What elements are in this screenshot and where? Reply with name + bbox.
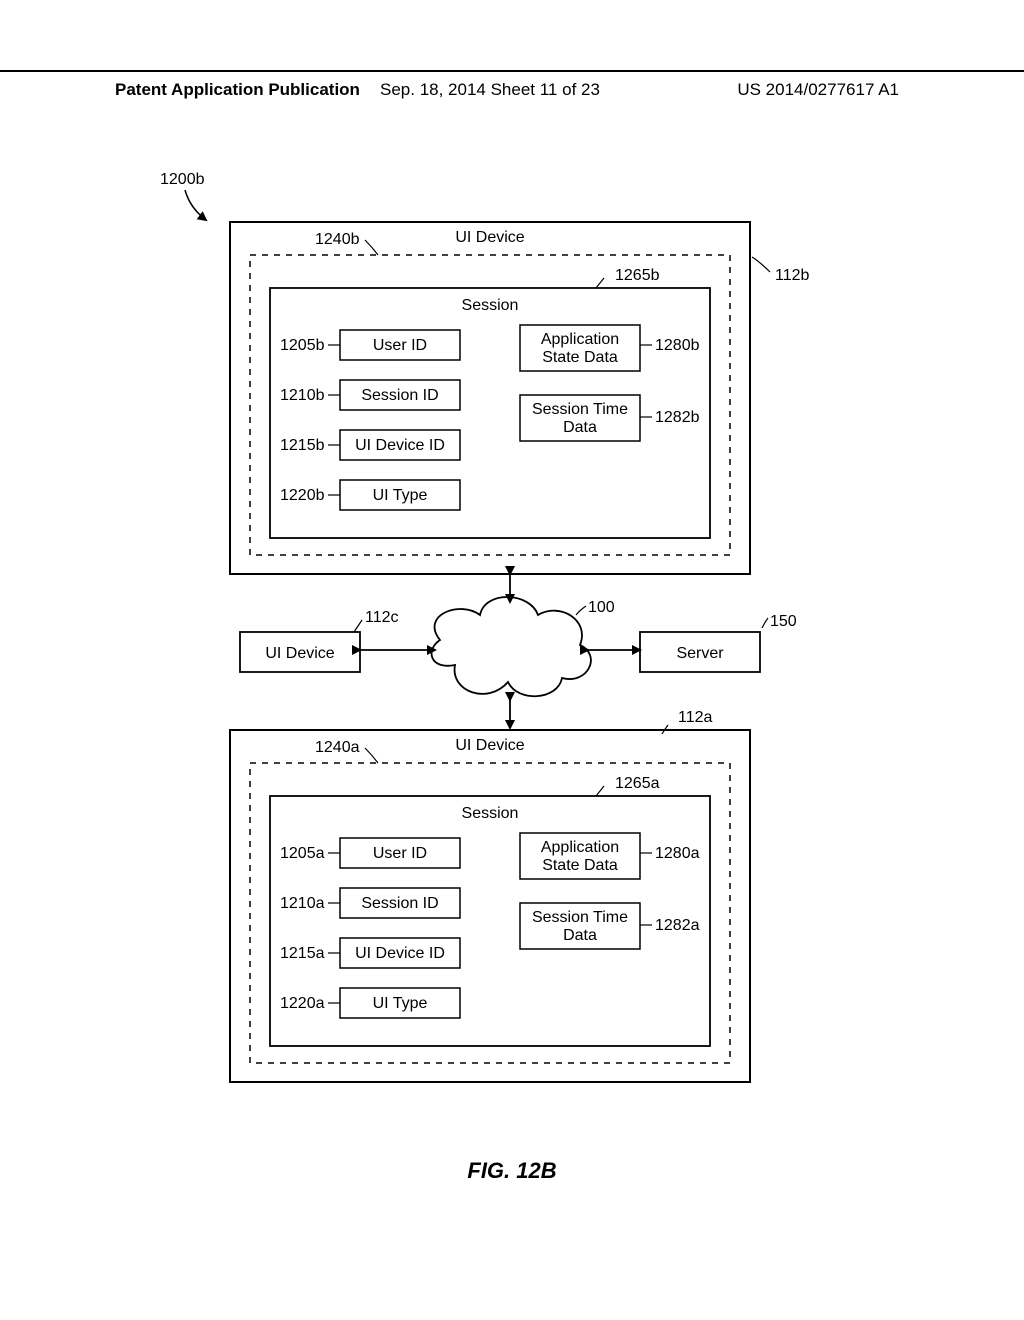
ref-top-time-data: 1282b (655, 409, 700, 426)
top-user-id-box: User ID 1205b (280, 330, 460, 360)
svg-text:Session Time: Session Time (532, 401, 628, 418)
svg-text:Application: Application (541, 331, 619, 348)
ref-bottom-time-data: 1282a (655, 917, 700, 934)
bottom-ui-device-block: UI Device 112a 1240a Session 1265a User … (230, 709, 750, 1082)
header-date-sheet: Sep. 18, 2014 Sheet 11 of 23 (380, 80, 600, 100)
ref-top-device: 112b (775, 267, 810, 284)
ref-top-user-id: 1205b (280, 337, 325, 354)
ref-bottom-session-frame: 1240a (315, 739, 360, 756)
ref-top-ui-type: 1220b (280, 487, 325, 504)
header-publication: Patent Application Publication (115, 80, 360, 100)
left-ui-device-box: UI Device 112c (240, 609, 399, 672)
svg-text:User ID: User ID (373, 337, 427, 354)
page-header: Patent Application Publication Sep. 18, … (0, 70, 1024, 80)
svg-text:Data: Data (563, 927, 597, 944)
svg-text:State Data: State Data (542, 349, 618, 366)
figure-caption: FIG. 12B (0, 1158, 1024, 1184)
server-box: Server 150 (640, 613, 797, 672)
svg-text:User ID: User ID (373, 845, 427, 862)
bottom-app-state-box: Application State Data 1280a (520, 833, 700, 879)
svg-text:Data: Data (563, 419, 597, 436)
ref-top-app-state: 1280b (655, 337, 700, 354)
svg-text:Server: Server (676, 645, 724, 662)
ref-bottom-session-id: 1210a (280, 895, 325, 912)
bottom-ui-device-title: UI Device (455, 737, 524, 754)
bottom-ui-type-box: UI Type 1220a (280, 988, 460, 1018)
svg-text:UI Device ID: UI Device ID (355, 437, 445, 454)
ref-server: 150 (770, 613, 797, 630)
cloud-network: 100 (432, 597, 615, 696)
ref-bottom-user-id: 1205a (280, 845, 325, 862)
ref-bottom-device: 112a (678, 709, 713, 726)
top-time-data-box: Session Time Data 1282b (520, 395, 700, 441)
ref-top-session-id: 1210b (280, 387, 325, 404)
svg-text:State Data: State Data (542, 857, 618, 874)
ref-top-session: 1265b (615, 267, 660, 284)
svg-text:Session ID: Session ID (361, 895, 438, 912)
top-app-state-box: Application State Data 1280b (520, 325, 700, 371)
ref-top-session-frame: 1240b (315, 231, 360, 248)
ref-top-ui-device-id: 1215b (280, 437, 325, 454)
svg-text:Session Time: Session Time (532, 909, 628, 926)
svg-text:Application: Application (541, 839, 619, 856)
svg-text:UI Type: UI Type (373, 995, 428, 1012)
svg-text:UI Device: UI Device (265, 645, 334, 662)
top-ui-device-title: UI Device (455, 229, 524, 246)
figure-diagram: 1200b UI Device 112b 1240b Session 1265b… (110, 160, 910, 1145)
top-ui-type-box: UI Type 1220b (280, 480, 460, 510)
top-session-title: Session (462, 297, 519, 314)
ref-bottom-ui-type: 1220a (280, 995, 325, 1012)
ref-bottom-session: 1265a (615, 775, 660, 792)
bottom-ui-device-id-box: UI Device ID 1215a (280, 938, 460, 968)
svg-text:UI Device ID: UI Device ID (355, 945, 445, 962)
ref-bottom-ui-device-id: 1215a (280, 945, 325, 962)
ref-left-device: 112c (365, 609, 399, 626)
top-ui-device-block: UI Device 112b 1240b Session 1265b User … (230, 222, 810, 574)
svg-text:UI Type: UI Type (373, 487, 428, 504)
bottom-session-title: Session (462, 805, 519, 822)
bottom-time-data-box: Session Time Data 1282a (520, 903, 700, 949)
top-session-id-box: Session ID 1210b (280, 380, 460, 410)
top-ui-device-id-box: UI Device ID 1215b (280, 430, 460, 460)
ref-bottom-app-state: 1280a (655, 845, 700, 862)
bottom-session-id-box: Session ID 1210a (280, 888, 460, 918)
ref-overall: 1200b (160, 171, 205, 188)
header-pubnumber: US 2014/0277617 A1 (737, 80, 899, 100)
ref-cloud: 100 (588, 599, 615, 616)
svg-text:Session ID: Session ID (361, 387, 438, 404)
bottom-user-id-box: User ID 1205a (280, 838, 460, 868)
